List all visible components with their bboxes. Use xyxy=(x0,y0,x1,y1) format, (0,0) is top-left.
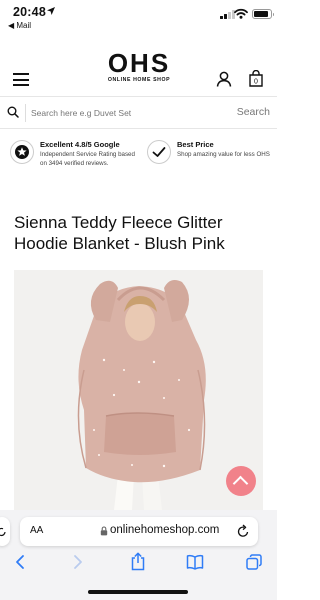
search-divider xyxy=(0,128,277,129)
scroll-to-top-button[interactable] xyxy=(226,466,256,496)
search-separator xyxy=(25,104,26,122)
trust-title: Excellent 4.8/5 Google xyxy=(40,140,120,149)
product-title: Sienna Teddy Fleece Glitter Hoodie Blank… xyxy=(14,213,225,253)
account-icon[interactable] xyxy=(216,71,232,87)
search-button[interactable]: Search xyxy=(237,106,270,118)
trust-badges: Excellent 4.8/5 Google Independent Servi… xyxy=(0,140,277,176)
google-rating-icon xyxy=(10,140,34,164)
safari-toolbar xyxy=(0,552,277,576)
wifi-icon xyxy=(234,8,248,19)
url-text: onlinehomeshop.com xyxy=(110,524,220,536)
battery-icon xyxy=(252,9,274,19)
address-bar[interactable]: AA onlinehomeshop.com xyxy=(20,517,258,546)
forward-chevron-icon[interactable] xyxy=(72,554,84,570)
best-price-badge[interactable]: Best Price Shop amazing value for less O… xyxy=(147,140,273,164)
hamburger-menu-icon[interactable] xyxy=(13,73,29,86)
trust-description: Independent Service Rating based on 3494… xyxy=(40,151,135,167)
site-header: OHS ONLINE HOME SHOP 0 xyxy=(0,40,277,96)
reload-icon xyxy=(0,527,6,537)
basket-button[interactable]: 0 xyxy=(249,69,263,92)
tabs-icon[interactable] xyxy=(246,554,262,570)
reload-icon[interactable] xyxy=(237,524,250,538)
status-bar: 20:48 ◀ Mail xyxy=(0,0,277,32)
back-to-mail-link[interactable]: ◀ Mail xyxy=(8,21,31,30)
product-photo xyxy=(14,270,263,510)
trust-description: Shop amazing value for less OHS xyxy=(177,151,270,158)
back-chevron-icon[interactable] xyxy=(14,554,26,570)
cellular-signal-icon xyxy=(220,10,235,19)
battery-fill xyxy=(254,11,268,17)
lock-icon xyxy=(100,526,108,536)
text-size-label: AA xyxy=(30,525,44,536)
home-indicator xyxy=(88,590,188,594)
product-image[interactable] xyxy=(14,270,263,510)
basket-icon: 0 xyxy=(249,69,263,87)
search-input[interactable] xyxy=(31,105,221,121)
bookmarks-icon[interactable] xyxy=(186,554,204,570)
text-size-button[interactable]: AA xyxy=(30,525,43,536)
checkmark-icon xyxy=(147,140,171,164)
search-icon[interactable] xyxy=(7,106,19,118)
share-icon[interactable] xyxy=(130,552,146,571)
logo-subtitle: ONLINE HOME SHOP xyxy=(107,77,171,83)
trust-title: Best Price xyxy=(177,140,214,149)
google-rating-badge[interactable]: Excellent 4.8/5 Google Independent Servi… xyxy=(10,140,142,168)
previous-tab-peek[interactable] xyxy=(0,517,10,546)
ohs-logo[interactable]: OHS ONLINE HOME SHOP xyxy=(94,50,184,83)
status-time: 20:48 xyxy=(13,5,46,19)
search-bar: Search xyxy=(0,102,277,126)
basket-count: 0 xyxy=(254,79,258,86)
location-arrow-icon xyxy=(47,7,55,15)
header-divider xyxy=(0,96,277,97)
logo-text: OHS xyxy=(107,48,171,78)
